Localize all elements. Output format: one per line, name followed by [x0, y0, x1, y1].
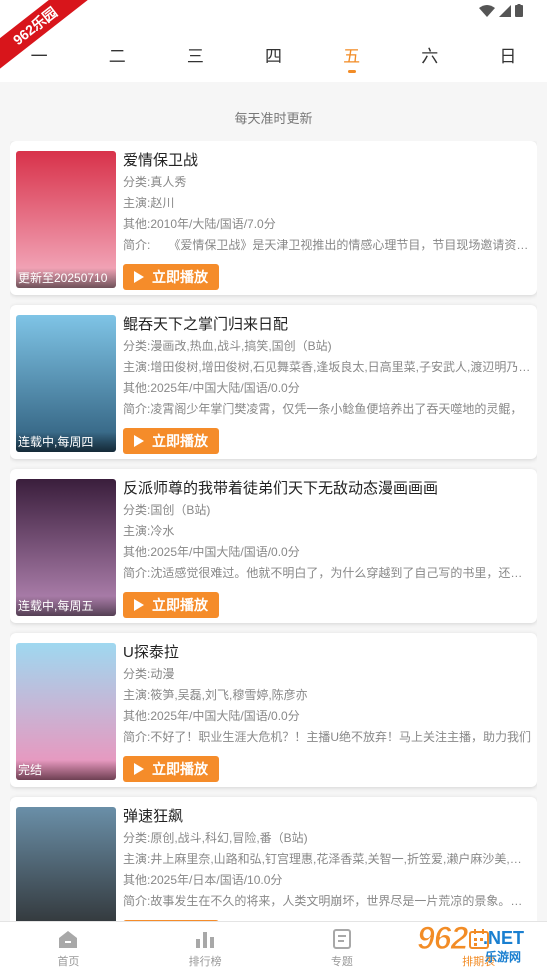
show-card[interactable]: 弹速狂飙 分类:原创,战斗,科幻,冒险,番（B站) 主演:井上麻里奈,山路和弘,… [10, 797, 537, 921]
home-icon [59, 931, 78, 948]
show-other: 其他:2025年/中国大陆/国语/0.0分 [123, 709, 300, 723]
play-button[interactable]: 立即播放 [123, 592, 219, 618]
day-tab-sun[interactable]: 日 [469, 26, 547, 82]
signal-icon [499, 4, 511, 17]
poster-caption: 完结 [16, 760, 116, 780]
play-icon [134, 435, 144, 447]
show-title[interactable]: 弹速狂飙 [123, 806, 533, 828]
show-cast: 主演:井上麻里奈,山路和弘,钉宫理惠,花泽香菜,关智一,折笠爱,濑户麻沙美,古川… [123, 852, 533, 866]
show-title[interactable]: 爱情保卫战 [123, 150, 533, 172]
poster-image[interactable]: 完结 [16, 643, 116, 780]
schedule-list: 更新至20250710 爱情保卫战 分类:真人秀 主演:赵川 其他:2010年/… [10, 141, 537, 921]
site-watermark: 962 .NET 乐游网 [411, 920, 541, 966]
show-intro: 简介: 《爱情保卫战》是天津卫视推出的情感心理节目，节目现场邀请资深情感专家 [123, 238, 533, 252]
poster-caption: 连载中,每周五 [16, 596, 116, 616]
show-intro: 简介:不好了！职业生涯大危机？！主播U绝不放弃！马上关注主播，助力我们 [123, 730, 532, 744]
day-tab-fri[interactable]: 五 [313, 26, 391, 82]
poster-image[interactable] [16, 807, 116, 921]
play-button[interactable]: 立即播放 [123, 428, 219, 454]
poster-caption: 更新至20250710 [16, 268, 116, 288]
show-cast: 主演:冷水 [123, 524, 175, 538]
day-tab-wed[interactable]: 三 [156, 26, 234, 82]
show-cast: 主演:赵川 [123, 196, 175, 210]
watermark-net: .NET [483, 928, 525, 948]
show-other: 其他:2010年/大陆/国语/7.0分 [123, 217, 276, 231]
show-category: 分类:原创,战斗,科幻,冒险,番（B站) [123, 831, 308, 845]
poster-image[interactable]: 连载中,每周五 [16, 479, 116, 616]
play-label: 立即播放 [152, 433, 208, 449]
day-tabs: 一 二 三 四 五 六 日 [0, 26, 547, 82]
play-label: 立即播放 [152, 761, 208, 777]
show-cast: 主演:增田俊树,增田俊树,石见舞菜香,逢坂良太,日高里菜,子安武人,渡辺明乃,前… [123, 360, 533, 374]
show-card[interactable]: 更新至20250710 爱情保卫战 分类:真人秀 主演:赵川 其他:2010年/… [10, 141, 537, 295]
play-icon [134, 599, 144, 611]
show-other: 其他:2025年/日本/国语/10.0分 [123, 873, 283, 887]
show-title[interactable]: 反派师尊的我带着徒弟们天下无敌动态漫画画画 [123, 478, 533, 500]
show-card[interactable]: 连载中,每周四 鲲吞天下之掌门归来日配 分类:漫画改,热血,战斗,搞笑,国创（B… [10, 305, 537, 459]
play-label: 立即播放 [152, 269, 208, 285]
show-title[interactable]: 鲲吞天下之掌门归来日配 [123, 314, 533, 336]
watermark-number: 962 [416, 920, 468, 957]
show-intro: 简介:沈适感觉很难过。他就不明白了，为什么穿越到了自己写的书里，还不是主角 [123, 566, 533, 580]
show-category: 分类:国创（B站) [123, 503, 211, 517]
play-button[interactable]: 立即播放 [123, 264, 219, 290]
play-icon [134, 271, 144, 283]
poster-image[interactable]: 连载中,每周四 [16, 315, 116, 452]
show-category: 分类:漫画改,热血,战斗,搞笑,国创（B站) [123, 339, 332, 353]
nav-topic-label: 专题 [330, 956, 353, 968]
show-cast: 主演:筱笋,吴磊,刘飞,穆雪婷,陈彦亦 [123, 688, 308, 702]
topic-icon [332, 929, 351, 949]
play-icon [134, 763, 144, 775]
watermark-name: 乐游网 [485, 950, 522, 964]
show-title[interactable]: U探泰拉 [123, 642, 533, 664]
poster-image[interactable]: 更新至20250710 [16, 151, 116, 288]
play-label: 立即播放 [152, 597, 208, 613]
nav-home[interactable]: 首页 [0, 922, 137, 972]
ranking-icon [196, 932, 215, 948]
show-intro: 简介:故事发生在不久的将来，人类文明崩坏，世界尽是一片荒凉的景象。在这里 [123, 894, 533, 908]
show-card[interactable]: 连载中,每周五 反派师尊的我带着徒弟们天下无敌动态漫画画画 分类:国创（B站) … [10, 469, 537, 623]
day-tab-tue[interactable]: 二 [78, 26, 156, 82]
day-tab-thu[interactable]: 四 [234, 26, 312, 82]
show-category: 分类:动漫 [123, 667, 175, 681]
battery-icon [515, 4, 523, 17]
show-intro: 简介:凌霄阁少年掌门樊凌霄，仅凭一条小鲶鱼便培养出了吞天噬地的灵鲲， [123, 402, 523, 416]
nav-ranking[interactable]: 排行榜 [137, 922, 274, 972]
play-button[interactable]: 立即播放 [123, 756, 219, 782]
show-other: 其他:2025年/中国大陆/国语/0.0分 [123, 381, 300, 395]
show-card[interactable]: 完结 U探泰拉 分类:动漫 主演:筱笋,吴磊,刘飞,穆雪婷,陈彦亦 其他:202… [10, 633, 537, 787]
poster-art [16, 807, 116, 921]
show-category: 分类:真人秀 [123, 175, 187, 189]
status-icons [479, 4, 523, 17]
update-subtitle: 每天准时更新 [234, 111, 313, 126]
nav-home-label: 首页 [57, 956, 80, 968]
show-other: 其他:2025年/中国大陆/国语/0.0分 [123, 545, 300, 559]
nav-ranking-label: 排行榜 [188, 956, 222, 968]
nav-topic[interactable]: 专题 [274, 922, 411, 972]
poster-caption: 连载中,每周四 [16, 432, 116, 452]
day-tab-sat[interactable]: 六 [391, 26, 469, 82]
wifi-icon [479, 4, 495, 17]
